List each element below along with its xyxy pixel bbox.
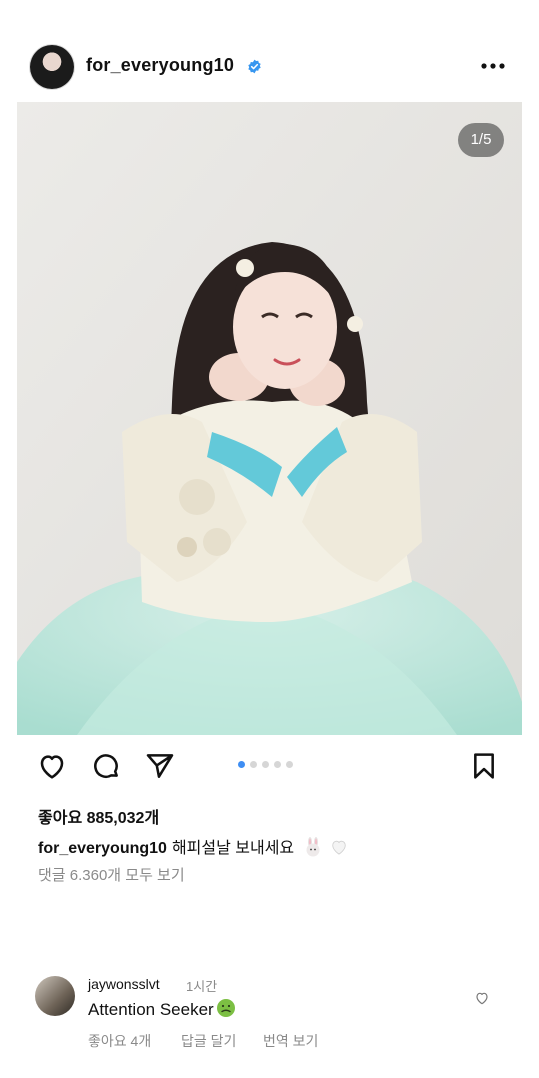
carousel-dot [286,761,293,768]
comment-text-row: Attention Seeker [88,998,236,1020]
photo-illustration [17,102,522,735]
more-options-icon[interactable] [476,58,510,74]
carousel-dot [262,761,269,768]
caption-username[interactable]: for_everyoung10 [38,840,167,857]
reply-button[interactable]: 답글 달기 [181,1031,236,1051]
comment-icon[interactable] [90,750,122,782]
view-all-comments-link[interactable]: 댓글 6.360개 모두 보기 [38,864,185,885]
post-username[interactable]: for_everyoung10 [86,55,234,76]
white-heart-emoji-icon [332,840,346,855]
post-photo[interactable]: 1/5 [17,102,522,735]
comment-like-count[interactable]: 좋아요 4개 [88,1031,151,1051]
heart-icon[interactable] [36,750,68,782]
comment-like-icon[interactable] [473,990,491,1006]
commenter-username[interactable]: jaywonsslvt [88,976,160,992]
profile-avatar[interactable] [30,45,74,89]
share-icon[interactable] [144,750,176,782]
bookmark-icon[interactable] [468,750,500,782]
translate-button[interactable]: 번역 보기 [263,1031,318,1051]
comment-text: Attention Seeker [88,1000,214,1019]
nauseated-face-emoji-icon [216,999,235,1017]
carousel-dot [250,761,257,768]
image-counter-badge: 1/5 [458,123,504,157]
rabbit-emoji-icon [306,837,320,857]
comment-time: 1시간 [186,979,218,994]
caption-text: 해피설날 보내세요 [171,840,295,857]
carousel-dot [238,761,245,768]
carousel-dot [274,761,281,768]
verified-badge-icon [248,59,261,74]
post-caption: for_everyoung10 해피설날 보내세요 [38,834,349,858]
carousel-indicator [238,761,293,769]
commenter-avatar[interactable] [35,976,75,1016]
like-count[interactable]: 좋아요 885,032개 [38,804,159,828]
